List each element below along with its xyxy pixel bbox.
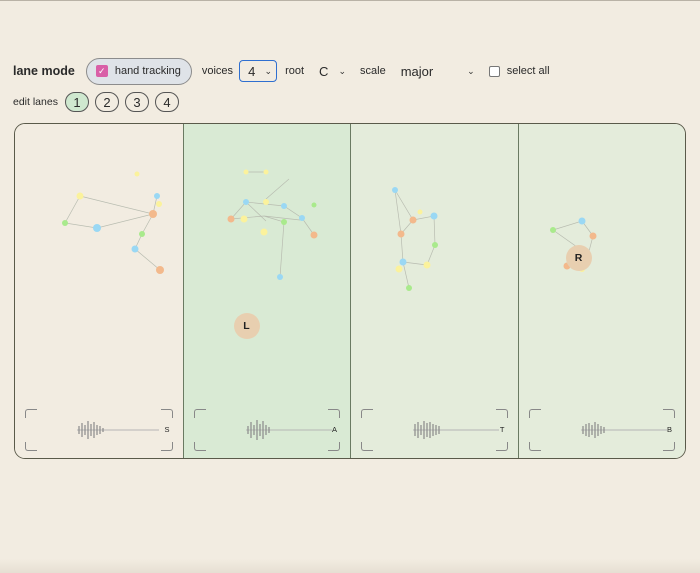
- waveform-icon: [77, 421, 159, 439]
- scale-label: scale: [360, 65, 386, 77]
- edit-lanes-row: edit lanes 1 2 3 4: [13, 92, 185, 112]
- voice-label: B: [666, 425, 672, 434]
- top-border: [0, 0, 700, 1]
- lane-alto[interactable]: L A: [182, 124, 350, 458]
- voices-select[interactable]: 4 ⌄: [239, 60, 278, 82]
- lane-soprano[interactable]: S: [15, 124, 183, 458]
- lane-mode-label: lane mode: [13, 64, 75, 78]
- waveform-display: A: [193, 409, 340, 451]
- chevron-down-icon: ⌄: [264, 65, 273, 76]
- chevron-down-icon: ⌄: [467, 65, 475, 76]
- lanes-panel: S L A T R B: [14, 123, 686, 459]
- voices-value: 4: [248, 63, 256, 79]
- root-value: C: [319, 63, 329, 79]
- voices-label: voices: [201, 65, 234, 77]
- edit-lane-button-2[interactable]: 2: [94, 92, 119, 112]
- root-select[interactable]: C ⌄: [312, 60, 350, 82]
- waveform-icon: [413, 421, 499, 439]
- select-all-checkbox[interactable]: [488, 65, 500, 77]
- hand-tracking-toggle[interactable]: ✓ hand tracking: [85, 57, 192, 85]
- edit-lane-button-3[interactable]: 3: [124, 92, 149, 112]
- scale-select[interactable]: major ⌄: [395, 60, 479, 82]
- check-icon[interactable]: ✓: [95, 65, 108, 77]
- voice-label: A: [331, 425, 337, 434]
- lane-bass[interactable]: R B: [517, 124, 685, 458]
- scale-value: major: [400, 63, 434, 79]
- hand-tracking-label: hand tracking: [114, 65, 181, 77]
- waveform-display: B: [528, 409, 675, 451]
- edit-lanes-label: edit lanes: [13, 96, 58, 108]
- waveform-display: T: [361, 409, 508, 451]
- toolbar: lane mode ✓ hand tracking voices 4 ⌄ roo…: [13, 57, 550, 85]
- voice-label: T: [499, 425, 505, 434]
- chevron-down-icon: ⌄: [338, 65, 347, 76]
- select-all-label: select all: [506, 65, 550, 77]
- edit-lane-button-4[interactable]: 4: [154, 92, 179, 112]
- right-hand-marker: R: [565, 245, 592, 271]
- root-label: root: [285, 65, 305, 77]
- waveform-icon: [245, 420, 332, 440]
- edit-lane-button-1[interactable]: 1: [64, 92, 89, 112]
- waveform-icon: [580, 422, 667, 438]
- bottom-shadow: [0, 559, 700, 573]
- waveform-display: S: [25, 409, 173, 451]
- lane-tenor[interactable]: T: [350, 124, 518, 458]
- voice-label: S: [164, 425, 170, 434]
- left-hand-marker: L: [233, 313, 260, 339]
